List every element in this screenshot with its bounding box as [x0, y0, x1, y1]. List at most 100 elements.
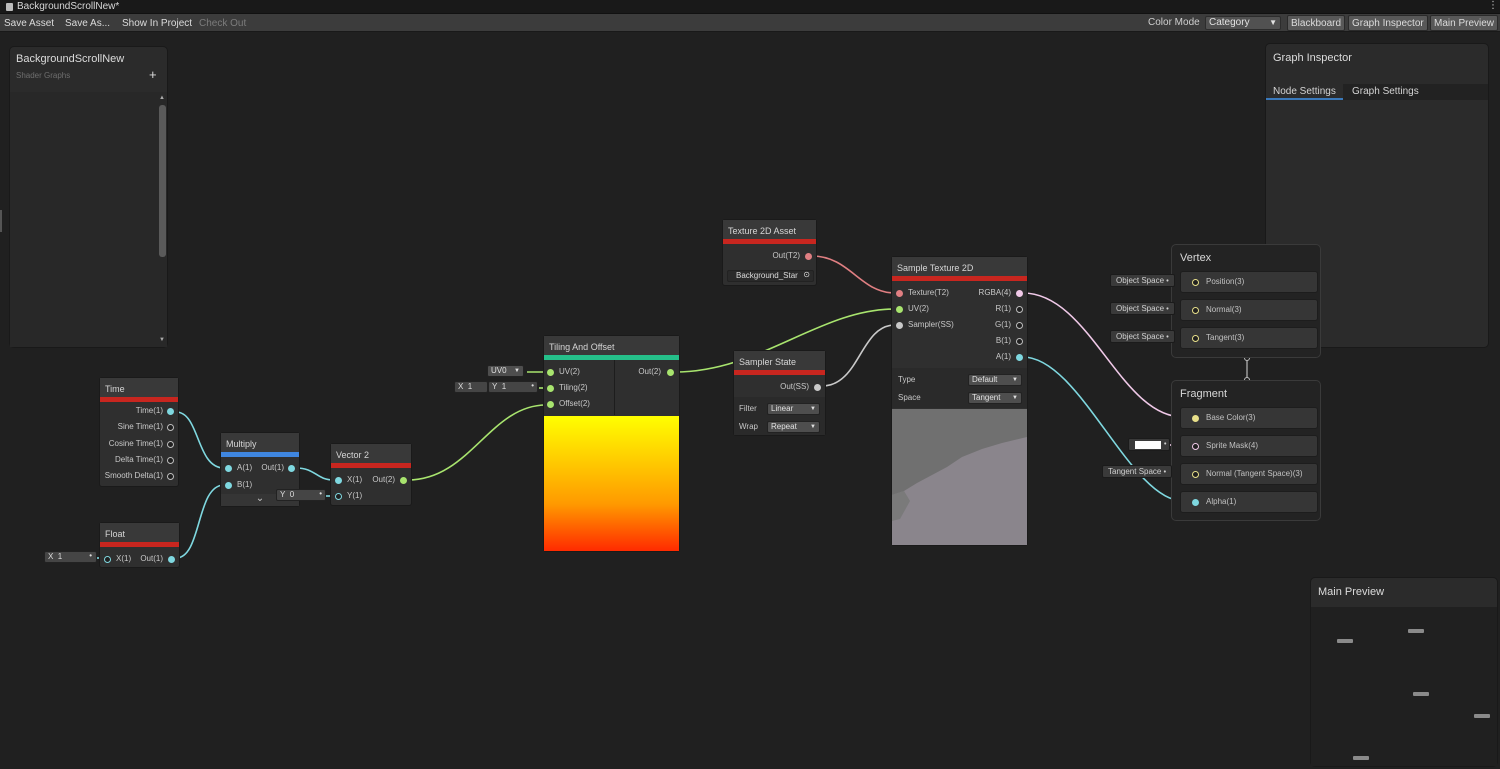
- window-titlebar: BackgroundScrollNew* ⋮: [0, 0, 1500, 14]
- position-space-chip[interactable]: Object Space •: [1110, 274, 1175, 287]
- main-preview-viewport[interactable]: [1311, 607, 1497, 766]
- category-bar: [544, 355, 679, 360]
- port-r-dot[interactable]: [1016, 306, 1023, 313]
- main-preview-toggle[interactable]: Main Preview: [1430, 15, 1499, 31]
- window-menu-icon[interactable]: ⋮: [1488, 0, 1498, 11]
- show-in-project-button[interactable]: Show In Project: [118, 15, 196, 31]
- texture-asset-field[interactable]: Background_Star ⊙: [727, 270, 814, 282]
- blackboard-subtitle: Shader Graphs: [16, 71, 71, 80]
- port-texture-dot[interactable]: [896, 290, 903, 297]
- port-x: X(1): [116, 554, 132, 563]
- fragment-spritemask-slot[interactable]: Sprite Mask(4): [1180, 435, 1318, 457]
- port-out-dot[interactable]: [168, 556, 175, 563]
- scroll-up-icon[interactable]: ▲: [159, 95, 165, 101]
- blackboard-edge-handle[interactable]: [0, 210, 2, 232]
- port-sine-dot[interactable]: [167, 424, 174, 431]
- port-normal-ts-dot[interactable]: [1192, 471, 1199, 478]
- color-mode-dropdown[interactable]: Category ▼: [1205, 16, 1281, 30]
- wrap-dropdown[interactable]: Repeat ▼: [767, 421, 820, 433]
- port-out-dot[interactable]: [667, 369, 674, 376]
- port-b-dot[interactable]: [1016, 338, 1023, 345]
- port-cosine-dot[interactable]: [167, 441, 174, 448]
- port-texture: Texture(T2): [908, 288, 949, 297]
- add-property-button[interactable]: +: [149, 67, 157, 82]
- tiling-x-field[interactable]: X 1: [454, 381, 488, 393]
- port-uv: UV(2): [908, 304, 929, 313]
- check-out-button[interactable]: Check Out: [195, 15, 250, 31]
- fragment-basecolor-slot[interactable]: Base Color(3): [1180, 407, 1318, 429]
- type-label: Type: [898, 375, 916, 384]
- tiling-offset-node[interactable]: Tiling And Offset UV(2) Tiling(2) Offset…: [543, 335, 680, 552]
- port-uv-dot[interactable]: [547, 369, 554, 376]
- port-offset-dot[interactable]: [547, 401, 554, 408]
- sample-texture-2d-node[interactable]: Sample Texture 2D Texture(T2) UV(2) Samp…: [891, 256, 1028, 546]
- port-rgba-dot[interactable]: [1016, 290, 1023, 297]
- float-node[interactable]: Float X(1) Out(1): [99, 522, 180, 568]
- vertex-tangent-slot[interactable]: Tangent(3): [1180, 327, 1318, 349]
- port-alpha-dot[interactable]: [1192, 499, 1199, 506]
- vertex-normal-slot[interactable]: Normal(3): [1180, 299, 1318, 321]
- texture2d-asset-node[interactable]: Texture 2D Asset Out(T2) Background_Star…: [722, 219, 817, 286]
- vector2-node[interactable]: Vector 2 X(1) Y(1) Out(2): [330, 443, 412, 506]
- port-out: Out(SS): [780, 382, 809, 391]
- time-node[interactable]: Time Time(1) Sine Time(1) Cosine Time(1)…: [99, 377, 179, 487]
- port-delta-time: Delta Time(1): [114, 455, 163, 464]
- port-spritemask-dot[interactable]: [1192, 443, 1199, 450]
- port-out: Out(2): [372, 475, 395, 484]
- tiling-y-field[interactable]: Y 1 •: [488, 381, 538, 393]
- save-asset-button[interactable]: Save Asset: [0, 15, 58, 31]
- port-y-dot[interactable]: [335, 493, 342, 500]
- graph-canvas[interactable]: BackgroundScrollNew Shader Graphs + ▲ ▼ …: [0, 33, 1500, 769]
- fragment-normal-slot[interactable]: Normal (Tangent Space)(3): [1180, 463, 1318, 485]
- object-picker-icon[interactable]: ⊙: [803, 270, 810, 280]
- blackboard-toggle[interactable]: Blackboard: [1287, 15, 1346, 31]
- color-mode-label: Color Mode: [1148, 17, 1200, 28]
- sampler-state-node[interactable]: Sampler State Out(SS) Filter Linear ▼ Wra…: [733, 350, 826, 436]
- port-x-dot[interactable]: [335, 477, 342, 484]
- port-position-dot[interactable]: [1192, 279, 1199, 286]
- vertex-position-slot[interactable]: Position(3): [1180, 271, 1318, 293]
- filter-dropdown[interactable]: Linear ▼: [767, 403, 820, 415]
- port-sampler-dot[interactable]: [896, 322, 903, 329]
- blackboard-scrollbar[interactable]: [159, 105, 166, 257]
- port-b-dot[interactable]: [225, 482, 232, 489]
- normal-tangent-space-chip[interactable]: Tangent Space •: [1102, 465, 1173, 478]
- port-g: G(1): [995, 320, 1011, 329]
- node-title: Float: [100, 523, 179, 542]
- save-as-button[interactable]: Save As...: [61, 15, 114, 31]
- sprite-mask-color-field[interactable]: •: [1128, 438, 1170, 451]
- space-dropdown[interactable]: Tangent ▼: [968, 392, 1022, 404]
- port-uv-dot[interactable]: [896, 306, 903, 313]
- port-x-dot[interactable]: [104, 556, 111, 563]
- tab-node-settings[interactable]: Node Settings: [1266, 84, 1343, 100]
- type-dropdown[interactable]: Default ▼: [968, 374, 1022, 386]
- port-y: Y(1): [347, 491, 363, 500]
- port-g-dot[interactable]: [1016, 322, 1023, 329]
- wire-sampler-to-ss: [821, 324, 896, 387]
- scroll-down-icon[interactable]: ▼: [159, 337, 165, 343]
- port-a-dot[interactable]: [225, 465, 232, 472]
- normal-space-chip[interactable]: Object Space •: [1110, 302, 1175, 315]
- node-title: Time: [100, 378, 178, 397]
- port-a-dot[interactable]: [1016, 354, 1023, 361]
- port-smooth-dot[interactable]: [167, 473, 174, 480]
- tab-graph-settings[interactable]: Graph Settings: [1345, 84, 1426, 100]
- vector2-y-field[interactable]: Y 0 •: [276, 489, 326, 501]
- graph-inspector-toggle[interactable]: Graph Inspector: [1348, 15, 1428, 31]
- port-basecolor-dot[interactable]: [1192, 415, 1199, 422]
- port-out-dot[interactable]: [288, 465, 295, 472]
- port-tiling-dot[interactable]: [547, 385, 554, 392]
- port-out-dot[interactable]: [400, 477, 407, 484]
- port-out-dot[interactable]: [805, 253, 812, 260]
- float-x-field[interactable]: X 1 •: [44, 551, 97, 563]
- fragment-alpha-slot[interactable]: Alpha(1): [1180, 491, 1318, 513]
- uv-channel-dropdown[interactable]: UV0 ▼: [487, 365, 524, 377]
- port-delta-dot[interactable]: [167, 457, 174, 464]
- tangent-space-chip[interactable]: Object Space •: [1110, 330, 1175, 343]
- port-tangent-dot[interactable]: [1192, 335, 1199, 342]
- port-time-dot[interactable]: [167, 408, 174, 415]
- port-out-dot[interactable]: [814, 384, 821, 391]
- port-b: B(1): [237, 480, 253, 489]
- port-offset: Offset(2): [559, 399, 590, 408]
- port-normal-dot[interactable]: [1192, 307, 1199, 314]
